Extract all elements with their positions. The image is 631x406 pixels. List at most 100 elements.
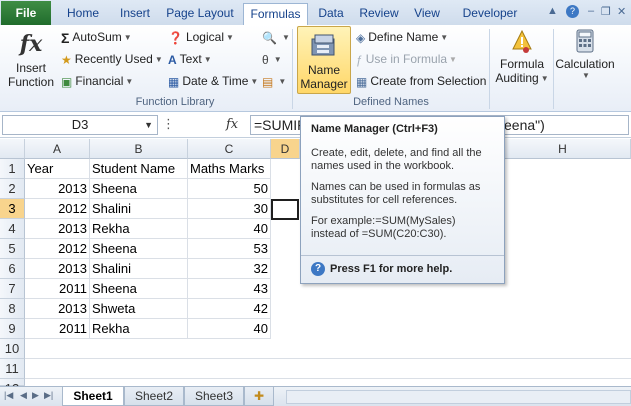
help-icon: ?: [311, 262, 325, 276]
tab-home[interactable]: Home: [58, 3, 108, 26]
last-sheet-icon[interactable]: ▶|: [44, 390, 53, 401]
table-cell[interactable]: 32: [188, 259, 271, 279]
insert-worksheet-button[interactable]: ✚: [244, 387, 274, 406]
empty-grid-area[interactable]: [25, 339, 631, 386]
logical-button[interactable]: ❓ Logical ▼: [168, 27, 234, 47]
formula-bar-splitter-icon[interactable]: ⋮: [162, 116, 175, 132]
table-cell[interactable]: Sheena: [90, 239, 188, 259]
group-separator: [489, 29, 490, 109]
table-cell[interactable]: Sheena: [90, 279, 188, 299]
chevron-down-icon[interactable]: ▼: [144, 116, 153, 134]
name-box[interactable]: D3 ▼: [2, 115, 158, 135]
create-from-selection-button[interactable]: ▦ Create from Selection: [356, 71, 486, 91]
table-cell[interactable]: 2013: [25, 259, 90, 279]
row-header[interactable]: 6: [0, 259, 25, 279]
tab-data[interactable]: Data: [310, 3, 352, 26]
column-header-b[interactable]: B: [90, 139, 188, 159]
sheet-tab-sheet1[interactable]: Sheet1: [62, 387, 124, 406]
window-restore-icon[interactable]: ❐: [601, 5, 611, 18]
tab-file[interactable]: File: [1, 1, 51, 26]
table-cell[interactable]: 50: [188, 179, 271, 199]
table-cell[interactable]: 40: [188, 219, 271, 239]
column-header-c[interactable]: C: [188, 139, 271, 159]
row-header[interactable]: 10: [0, 339, 25, 359]
table-cell[interactable]: 2013: [25, 299, 90, 319]
next-sheet-icon[interactable]: ▶: [32, 390, 39, 401]
minimize-ribbon-icon[interactable]: ▲: [547, 5, 558, 17]
formula-auditing-label-1: Formula: [499, 57, 544, 71]
table-cell[interactable]: 30: [188, 199, 271, 219]
math-trig-button[interactable]: θ ▼: [262, 49, 282, 69]
table-cell[interactable]: Shweta: [90, 299, 188, 319]
tab-insert[interactable]: Insert: [110, 3, 160, 26]
calculation-button[interactable]: Calculation ▼: [555, 29, 615, 80]
sheet-tab-sheet3[interactable]: Sheet3: [184, 387, 244, 406]
active-cell-d3[interactable]: [271, 199, 299, 220]
sheet-tab-bar: |◀ ◀ ▶ ▶| Sheet1 Sheet2 Sheet3 ✚: [0, 386, 631, 406]
more-functions-button[interactable]: ▤ ▼: [262, 71, 286, 91]
name-manager-button[interactable]: Name Manager: [297, 26, 351, 94]
help-icon[interactable]: ?: [566, 5, 579, 18]
tab-developer[interactable]: Developer: [450, 3, 530, 26]
tag-icon: ◈: [356, 30, 366, 45]
row-header[interactable]: 5: [0, 239, 25, 259]
prev-sheet-icon[interactable]: ◀: [20, 390, 27, 401]
table-cell[interactable]: 2013: [25, 179, 90, 199]
insert-function-fx-icon[interactable]: fx: [226, 117, 238, 132]
tab-view[interactable]: View: [406, 3, 448, 26]
insert-function-button[interactable]: fx Insert Function: [6, 29, 56, 89]
table-cell[interactable]: 2013: [25, 219, 90, 239]
tab-formulas[interactable]: Formulas: [243, 3, 308, 27]
row-header[interactable]: 9: [0, 319, 25, 339]
row-header[interactable]: 4: [0, 219, 25, 239]
use-in-formula-button[interactable]: ƒ Use in Formula ▼: [356, 49, 457, 69]
cell-b1[interactable]: Student Name: [90, 159, 188, 179]
cell-c1[interactable]: Maths Marks: [188, 159, 271, 179]
table-cell[interactable]: 42: [188, 299, 271, 319]
chevron-down-icon: ▼: [123, 32, 132, 42]
tab-review[interactable]: Review: [354, 3, 404, 26]
window-close-icon[interactable]: ✕: [617, 5, 626, 18]
lookup-reference-button[interactable]: 🔍 ▼: [262, 27, 290, 47]
column-header-a[interactable]: A: [25, 139, 90, 159]
table-cell[interactable]: 2012: [25, 199, 90, 219]
table-cell[interactable]: Sheena: [90, 179, 188, 199]
name-manager-icon: [309, 31, 339, 61]
table-cell[interactable]: Rekha: [90, 219, 188, 239]
chevron-down-icon: ▼: [250, 76, 259, 86]
table-cell[interactable]: 53: [188, 239, 271, 259]
table-cell[interactable]: 2011: [25, 319, 90, 339]
date-time-button[interactable]: ▦ Date & Time ▼: [168, 71, 258, 91]
first-sheet-icon[interactable]: |◀: [4, 390, 13, 401]
row-header-selected[interactable]: 3: [0, 199, 25, 219]
chevron-down-icon: ▼: [203, 54, 212, 64]
window-minimize-icon[interactable]: –: [588, 5, 594, 17]
financial-button[interactable]: ▣ Financial ▼: [61, 71, 133, 91]
row-header[interactable]: 2: [0, 179, 25, 199]
column-header-d[interactable]: D: [271, 139, 300, 159]
cell-a1[interactable]: Year: [25, 159, 90, 179]
group-separator: [553, 29, 554, 109]
row-header[interactable]: 11: [0, 359, 25, 379]
table-cell[interactable]: 40: [188, 319, 271, 339]
text-button[interactable]: A Text ▼: [168, 49, 212, 69]
table-cell[interactable]: Shalini: [90, 199, 188, 219]
sheet-tab-sheet2[interactable]: Sheet2: [124, 387, 184, 406]
define-name-button[interactable]: ◈ Define Name ▼: [356, 27, 448, 47]
table-cell[interactable]: Shalini: [90, 259, 188, 279]
formula-auditing-button[interactable]: Formula Auditing ▼: [494, 29, 550, 85]
tab-page-layout[interactable]: Page Layout: [160, 3, 240, 26]
column-header-h[interactable]: H: [495, 139, 631, 159]
table-cell[interactable]: 2011: [25, 279, 90, 299]
row-header[interactable]: 8: [0, 299, 25, 319]
table-cell[interactable]: Rekha: [90, 319, 188, 339]
select-all-corner[interactable]: [0, 139, 25, 159]
table-cell[interactable]: 2012: [25, 239, 90, 259]
horizontal-scrollbar[interactable]: [286, 390, 631, 404]
row-header[interactable]: 7: [0, 279, 25, 299]
recently-used-button[interactable]: ★ Recently Used ▼: [61, 49, 163, 69]
row-header[interactable]: 1: [0, 159, 25, 179]
table-cell[interactable]: 43: [188, 279, 271, 299]
autosum-button[interactable]: Σ AutoSum ▼: [61, 27, 132, 47]
row-header[interactable]: 12: [0, 379, 25, 396]
